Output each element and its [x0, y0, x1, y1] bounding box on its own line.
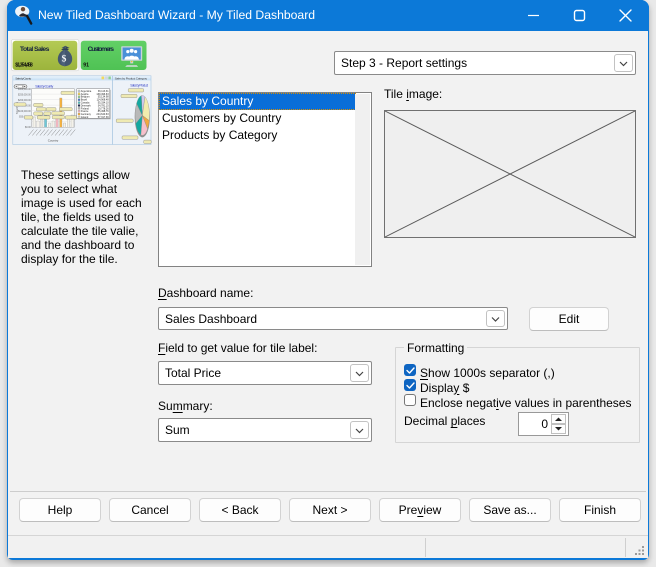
svg-text:$250,000.00: $250,000.00 — [18, 94, 31, 96]
svg-text:Country: Country — [48, 138, 59, 142]
svg-text:$100,000.00: $100,000.00 — [18, 111, 31, 113]
svg-text:Customers: Customers — [88, 46, 115, 53]
svg-text:91: 91 — [83, 62, 89, 68]
svg-text:$0.00: $0.00 — [25, 127, 31, 129]
svg-text:$1,354,458: $1,354,458 — [15, 62, 33, 68]
svg-text:Sales by Product Category: Sales by Product Category — [115, 76, 148, 80]
svg-text:57,317.39: 57,317.39 — [98, 116, 109, 119]
svg-text:Sales by Country: Sales by Country — [15, 76, 31, 80]
svg-text:Sales by Country: Sales by Country — [35, 85, 53, 89]
svg-text:Sales by Product: Sales by Product — [130, 83, 148, 87]
svg-text:Total Sales: Total Sales — [20, 46, 50, 53]
svg-text:$: $ — [62, 53, 67, 64]
svg-text:Ireland: Ireland — [81, 116, 89, 119]
svg-text:$300,000.00: $300,000.00 — [18, 89, 31, 91]
svg-text:$200,000.00: $200,000.00 — [18, 100, 31, 102]
